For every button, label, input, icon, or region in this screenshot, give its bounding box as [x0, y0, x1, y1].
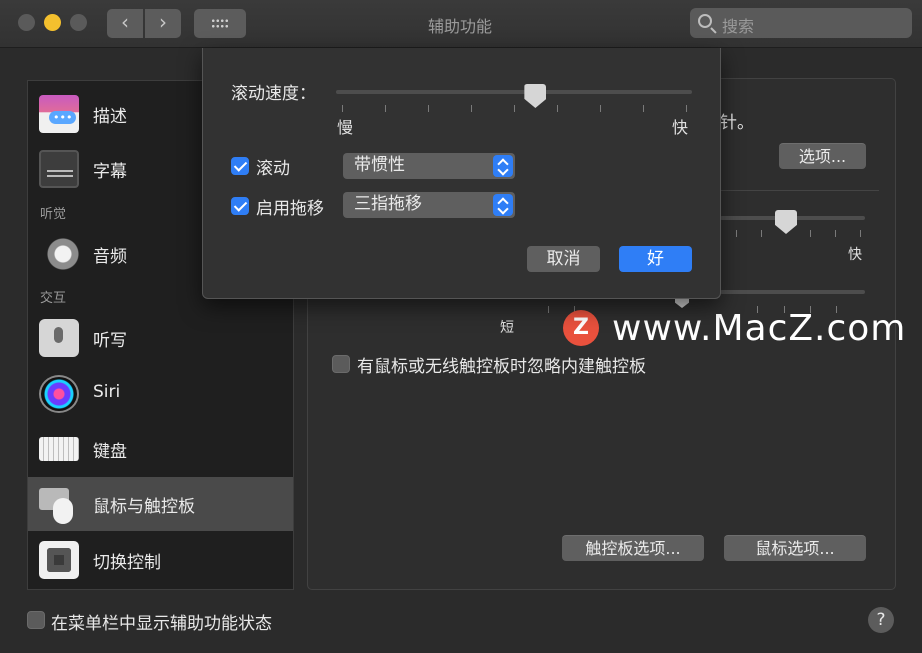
- slider-tick: [342, 105, 343, 112]
- scroll-speed-knob[interactable]: [524, 84, 547, 108]
- mouse-trackpad-icon: [39, 485, 79, 524]
- sidebar-item-siri[interactable]: Siri: [28, 367, 293, 421]
- divider: [720, 190, 879, 191]
- scrolling-checkbox[interactable]: [231, 157, 249, 175]
- show-in-menubar-checkbox[interactable]: [27, 611, 45, 629]
- sidebar-item-label: 切换控制: [93, 553, 161, 573]
- sidebar-item-label: Siri: [93, 382, 121, 402]
- slider-tick: [600, 105, 601, 112]
- search-input[interactable]: 搜索: [690, 8, 912, 38]
- section-header-interaction: 交互: [40, 291, 67, 306]
- sidebar-item-mouse-trackpad[interactable]: 鼠标与触控板: [28, 477, 293, 531]
- slider-tick: [643, 105, 644, 112]
- popup-arrows-icon: [493, 194, 513, 216]
- sidebar-item-dictation[interactable]: 听写: [28, 311, 293, 365]
- ignore-builtin-trackpad-label: 有鼠标或无线触控板时忽略内建触控板: [357, 357, 646, 377]
- dragging-label: 启用拖移: [256, 199, 324, 219]
- dictation-icon: [39, 319, 79, 357]
- slow-label: 慢: [337, 118, 354, 137]
- scroll-speed-label: 滚动速度：: [231, 84, 316, 104]
- forward-button[interactable]: ›: [145, 9, 181, 38]
- slider-tick: [557, 105, 558, 112]
- watermark-logo: Z: [563, 310, 599, 346]
- scrolling-mode-popup[interactable]: 带惯性: [343, 153, 515, 179]
- sidebar-item-label: 鼠标与触控板: [93, 497, 195, 517]
- help-button[interactable]: ?: [868, 607, 894, 633]
- section-header-hearing: 听觉: [40, 207, 67, 222]
- slider-tick: [736, 230, 737, 237]
- pane-description-text: 针。: [720, 113, 754, 133]
- spring-loading-delay-slider[interactable]: [720, 290, 865, 294]
- siri-icon: [39, 375, 79, 413]
- audio-icon: [39, 235, 79, 273]
- sidebar-item-label: 音频: [93, 247, 127, 267]
- chevron-left-icon: ‹: [121, 10, 129, 34]
- search-placeholder: 搜索: [722, 17, 755, 36]
- captions-icon: [39, 150, 79, 188]
- fast-label: 快: [848, 247, 862, 263]
- sidebar-item-switch-control[interactable]: 切换控制: [28, 533, 293, 587]
- dragging-mode-popup[interactable]: 三指拖移: [343, 192, 515, 218]
- slider-tick: [471, 105, 472, 112]
- scrolling-mode-value: 带惯性: [354, 155, 405, 175]
- dragging-mode-value: 三指拖移: [354, 194, 422, 214]
- slider-tick: [514, 105, 515, 112]
- dragging-checkbox[interactable]: [231, 197, 249, 215]
- trackpad-options-button[interactable]: 触控板选项...: [562, 535, 704, 561]
- ok-button[interactable]: 好: [619, 246, 692, 272]
- slider-tick: [810, 230, 811, 237]
- slider-tick: [761, 230, 762, 237]
- show-all-button[interactable]: [194, 9, 246, 38]
- descriptions-icon: [39, 95, 79, 133]
- grid-icon: [211, 18, 229, 29]
- fast-label: 快: [672, 118, 689, 137]
- title-bar: ‹ › 辅助功能 搜索: [0, 0, 922, 48]
- switch-control-icon: [39, 541, 79, 579]
- scrolling-label: 滚动: [256, 159, 290, 179]
- slider-tick: [860, 230, 861, 237]
- slider-tick: [385, 105, 386, 112]
- window-title: 辅助功能: [427, 17, 492, 36]
- popup-arrows-icon: [493, 155, 513, 177]
- chevron-right-icon: ›: [159, 10, 167, 34]
- keyboard-icon: [39, 437, 79, 461]
- scroll-speed-slider[interactable]: [336, 90, 692, 94]
- mouse-options-button[interactable]: 鼠标选项...: [724, 535, 866, 561]
- close-window-button[interactable]: [18, 14, 35, 31]
- search-icon: [698, 14, 712, 28]
- sidebar-item-label: 描述: [93, 107, 127, 127]
- slider-tick: [428, 105, 429, 112]
- sidebar-item-keyboard[interactable]: 键盘: [28, 422, 293, 476]
- slider-tick: [686, 105, 687, 112]
- cancel-button[interactable]: 取消: [527, 246, 600, 272]
- slider-tick: [835, 230, 836, 237]
- slider-tick: [548, 306, 549, 313]
- minimize-window-button[interactable]: [44, 14, 61, 31]
- ignore-builtin-trackpad-checkbox[interactable]: [332, 355, 350, 373]
- zoom-window-button[interactable]: [70, 14, 87, 31]
- sidebar-item-label: 字幕: [93, 162, 127, 182]
- watermark-text: www.MacZ.com: [612, 308, 907, 349]
- options-button[interactable]: 选项...: [779, 143, 866, 169]
- show-in-menubar-label: 在菜单栏中显示辅助功能状态: [51, 614, 272, 634]
- back-button[interactable]: ‹: [107, 9, 143, 38]
- short-label: 短: [500, 320, 514, 336]
- question-icon: ?: [876, 610, 886, 630]
- scrolling-options-sheet: 滚动速度： 慢 快 滚动 带惯性 启用拖移 三指拖移 取消 好: [202, 48, 721, 299]
- sidebar-item-label: 听写: [93, 331, 127, 351]
- sidebar-item-label: 键盘: [93, 442, 127, 462]
